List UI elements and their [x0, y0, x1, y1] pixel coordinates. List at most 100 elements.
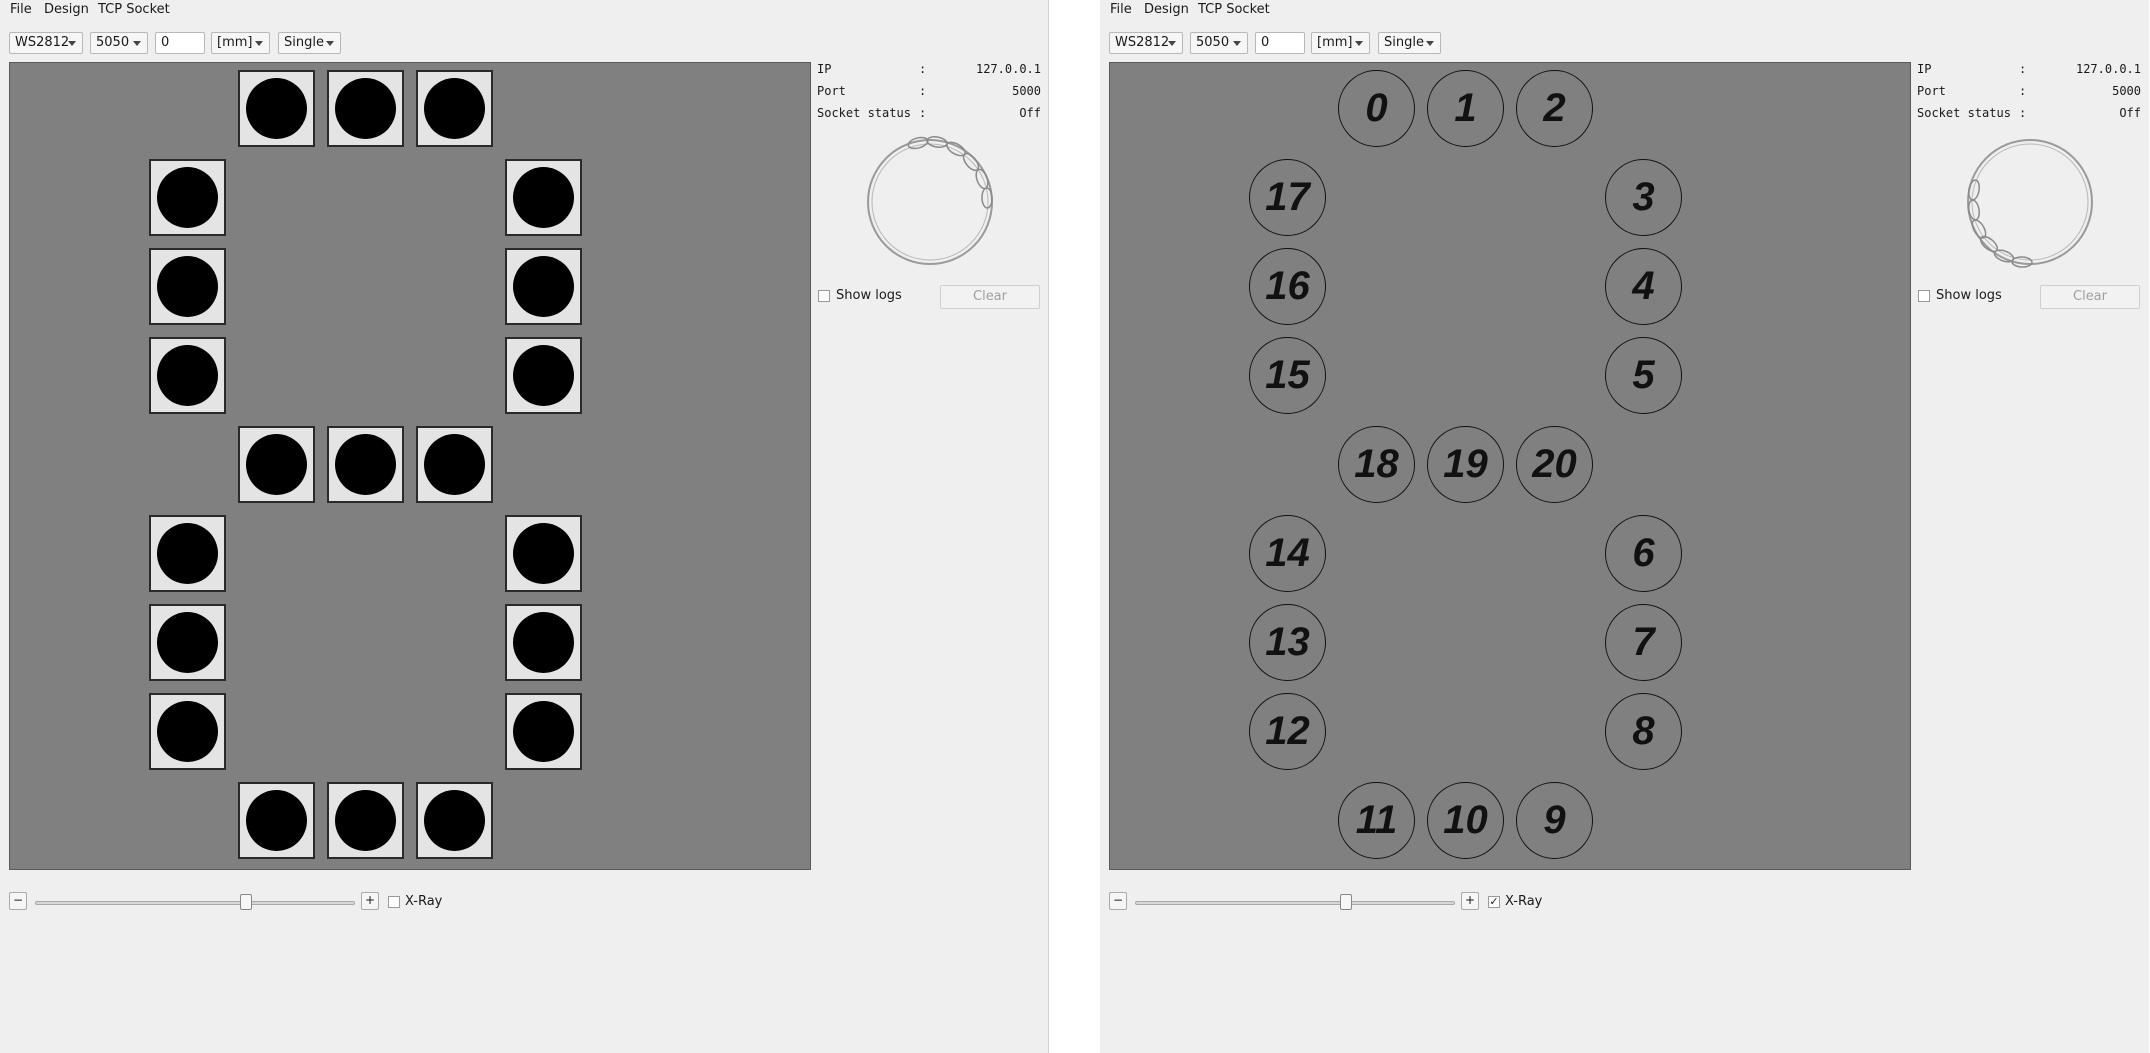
mode-value: Single — [1384, 35, 1424, 50]
led-index: 18 — [1354, 442, 1399, 486]
zoom-in-button[interactable]: + — [361, 892, 379, 910]
led[interactable]: 13 — [1249, 604, 1326, 681]
led[interactable]: 16 — [1249, 248, 1326, 325]
menu-design[interactable]: Design — [44, 2, 89, 17]
colon: : — [919, 106, 927, 120]
menu-file[interactable]: File — [1110, 2, 1132, 17]
led-index: 4 — [1632, 264, 1655, 308]
led[interactable]: 14 — [1249, 515, 1326, 592]
led[interactable] — [149, 693, 226, 770]
show-logs-checkbox[interactable] — [818, 290, 830, 302]
led[interactable] — [238, 426, 315, 503]
zoom-slider-handle[interactable] — [240, 894, 252, 910]
led[interactable]: 10 — [1427, 782, 1504, 859]
mode-select[interactable]: Single — [1378, 32, 1441, 54]
led[interactable] — [149, 604, 226, 681]
led[interactable]: 4 — [1605, 248, 1682, 325]
led[interactable] — [149, 159, 226, 236]
led-index: 9 — [1543, 798, 1566, 842]
socket-status-value: Off — [1019, 106, 1041, 120]
led[interactable]: 12 — [1249, 693, 1326, 770]
led-canvas[interactable]: 0 1 2 17 3 16 4 15 5 18 19 20 14 6 13 7 … — [1109, 62, 1911, 870]
led[interactable]: 20 — [1516, 426, 1593, 503]
led[interactable] — [238, 782, 315, 859]
led[interactable]: 2 — [1516, 70, 1593, 147]
led[interactable] — [505, 159, 582, 236]
led[interactable] — [505, 515, 582, 592]
led-type-value: WS2812 — [15, 35, 70, 50]
led-dot — [335, 78, 396, 139]
led[interactable] — [238, 70, 315, 147]
zoom-out-button[interactable]: − — [9, 892, 27, 910]
led[interactable] — [327, 782, 404, 859]
zoom-out-button[interactable]: − — [1109, 892, 1127, 910]
offset-input[interactable]: 0 — [1255, 32, 1305, 54]
xray-label: X-Ray — [405, 894, 443, 909]
led-canvas[interactable] — [9, 62, 811, 870]
zoom-slider-track[interactable] — [1135, 901, 1455, 905]
led[interactable] — [149, 515, 226, 592]
led[interactable]: 3 — [1605, 159, 1682, 236]
menu-tcp-socket[interactable]: TCP Socket — [98, 2, 170, 17]
socket-status-label: Socket status — [1917, 106, 2011, 120]
led[interactable] — [505, 693, 582, 770]
led[interactable]: 11 — [1338, 782, 1415, 859]
colon: : — [2019, 106, 2027, 120]
xray-checkbox[interactable]: ✓ — [1488, 896, 1500, 908]
led[interactable]: 19 — [1427, 426, 1504, 503]
xray-checkbox[interactable] — [388, 896, 400, 908]
package-select[interactable]: 5050 — [1190, 32, 1248, 54]
led-dot — [513, 345, 574, 406]
led[interactable] — [149, 248, 226, 325]
led-dot — [157, 523, 218, 584]
led[interactable] — [505, 248, 582, 325]
clear-button[interactable]: Clear — [940, 285, 1040, 309]
clear-button[interactable]: Clear — [2040, 285, 2140, 309]
led[interactable]: 7 — [1605, 604, 1682, 681]
window-divider — [1048, 0, 1049, 1053]
unit-select[interactable]: [mm] — [1311, 32, 1370, 54]
unit-value: [mm] — [1317, 35, 1353, 50]
led[interactable] — [327, 70, 404, 147]
led[interactable]: 0 — [1338, 70, 1415, 147]
unit-value: [mm] — [217, 35, 253, 50]
led[interactable] — [416, 70, 493, 147]
unit-select[interactable]: [mm] — [211, 32, 270, 54]
led-index: 0 — [1365, 86, 1388, 130]
led[interactable]: 1 — [1427, 70, 1504, 147]
mode-value: Single — [284, 35, 324, 50]
led-index: 17 — [1265, 175, 1310, 219]
led-dot — [335, 790, 396, 851]
package-select[interactable]: 5050 — [90, 32, 148, 54]
chevron-down-icon — [1426, 41, 1434, 46]
led[interactable]: 17 — [1249, 159, 1326, 236]
led[interactable]: 5 — [1605, 337, 1682, 414]
led-type-value: WS2812 — [1115, 35, 1170, 50]
led[interactable]: 18 — [1338, 426, 1415, 503]
led[interactable]: 8 — [1605, 693, 1682, 770]
led[interactable] — [505, 604, 582, 681]
led[interactable]: 6 — [1605, 515, 1682, 592]
menu-tcp-socket[interactable]: TCP Socket — [1198, 2, 1270, 17]
led[interactable] — [416, 782, 493, 859]
offset-input[interactable]: 0 — [155, 32, 205, 54]
mode-select[interactable]: Single — [278, 32, 341, 54]
ip-label: IP — [1917, 62, 1932, 76]
led[interactable]: 15 — [1249, 337, 1326, 414]
show-logs-checkbox[interactable] — [1918, 290, 1930, 302]
led[interactable] — [416, 426, 493, 503]
zoom-slider-track[interactable] — [35, 901, 355, 905]
menu-design[interactable]: Design — [1144, 2, 1189, 17]
zoom-slider-handle[interactable] — [1340, 894, 1352, 910]
led-type-select[interactable]: WS2812 — [9, 32, 83, 54]
led[interactable] — [505, 337, 582, 414]
menu-file[interactable]: File — [10, 2, 32, 17]
zoom-in-button[interactable]: + — [1461, 892, 1479, 910]
led[interactable] — [327, 426, 404, 503]
led[interactable]: 9 — [1516, 782, 1593, 859]
led-dot — [246, 790, 307, 851]
led[interactable] — [149, 337, 226, 414]
led-index: 2 — [1543, 86, 1566, 130]
led-type-select[interactable]: WS2812 — [1109, 32, 1183, 54]
led-dot — [513, 612, 574, 673]
